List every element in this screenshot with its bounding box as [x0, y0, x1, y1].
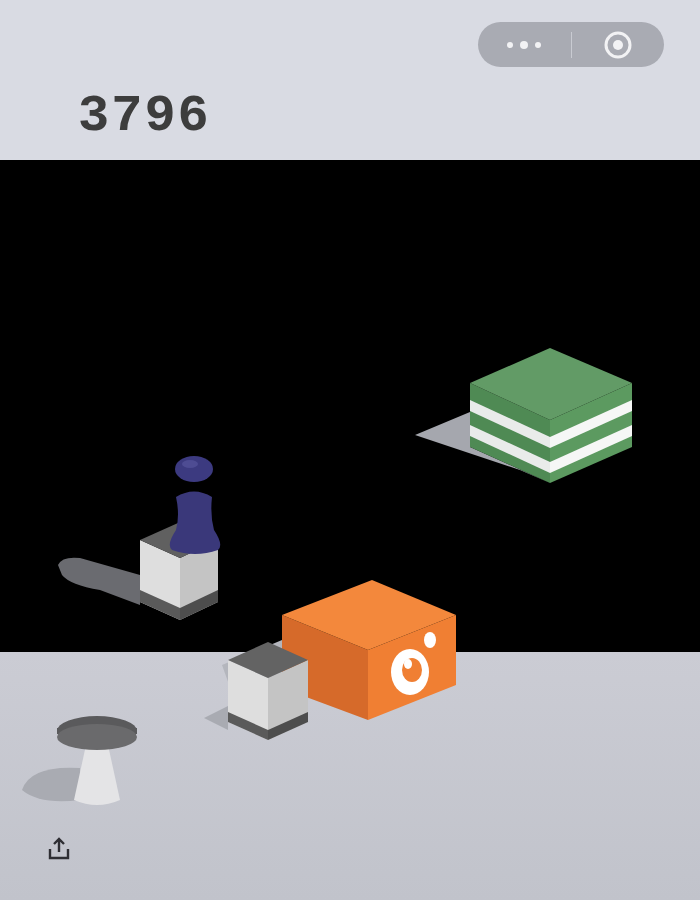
player-piece[interactable] [170, 456, 221, 554]
stool [22, 716, 137, 805]
game-scene [0, 0, 700, 900]
close-button[interactable] [572, 22, 665, 67]
share-icon[interactable] [46, 836, 72, 862]
gray-box [228, 642, 308, 740]
floor [0, 652, 700, 900]
more-button[interactable] [478, 22, 571, 67]
target-icon [602, 29, 634, 61]
score: 3796 [78, 88, 211, 145]
orange-box [282, 580, 456, 720]
play-area[interactable] [0, 160, 700, 652]
more-icon [504, 40, 544, 50]
gray-box [140, 523, 218, 620]
green-block [470, 348, 632, 483]
mini-program-capsule [478, 22, 664, 67]
game-screen[interactable]: 3796 [0, 0, 700, 900]
